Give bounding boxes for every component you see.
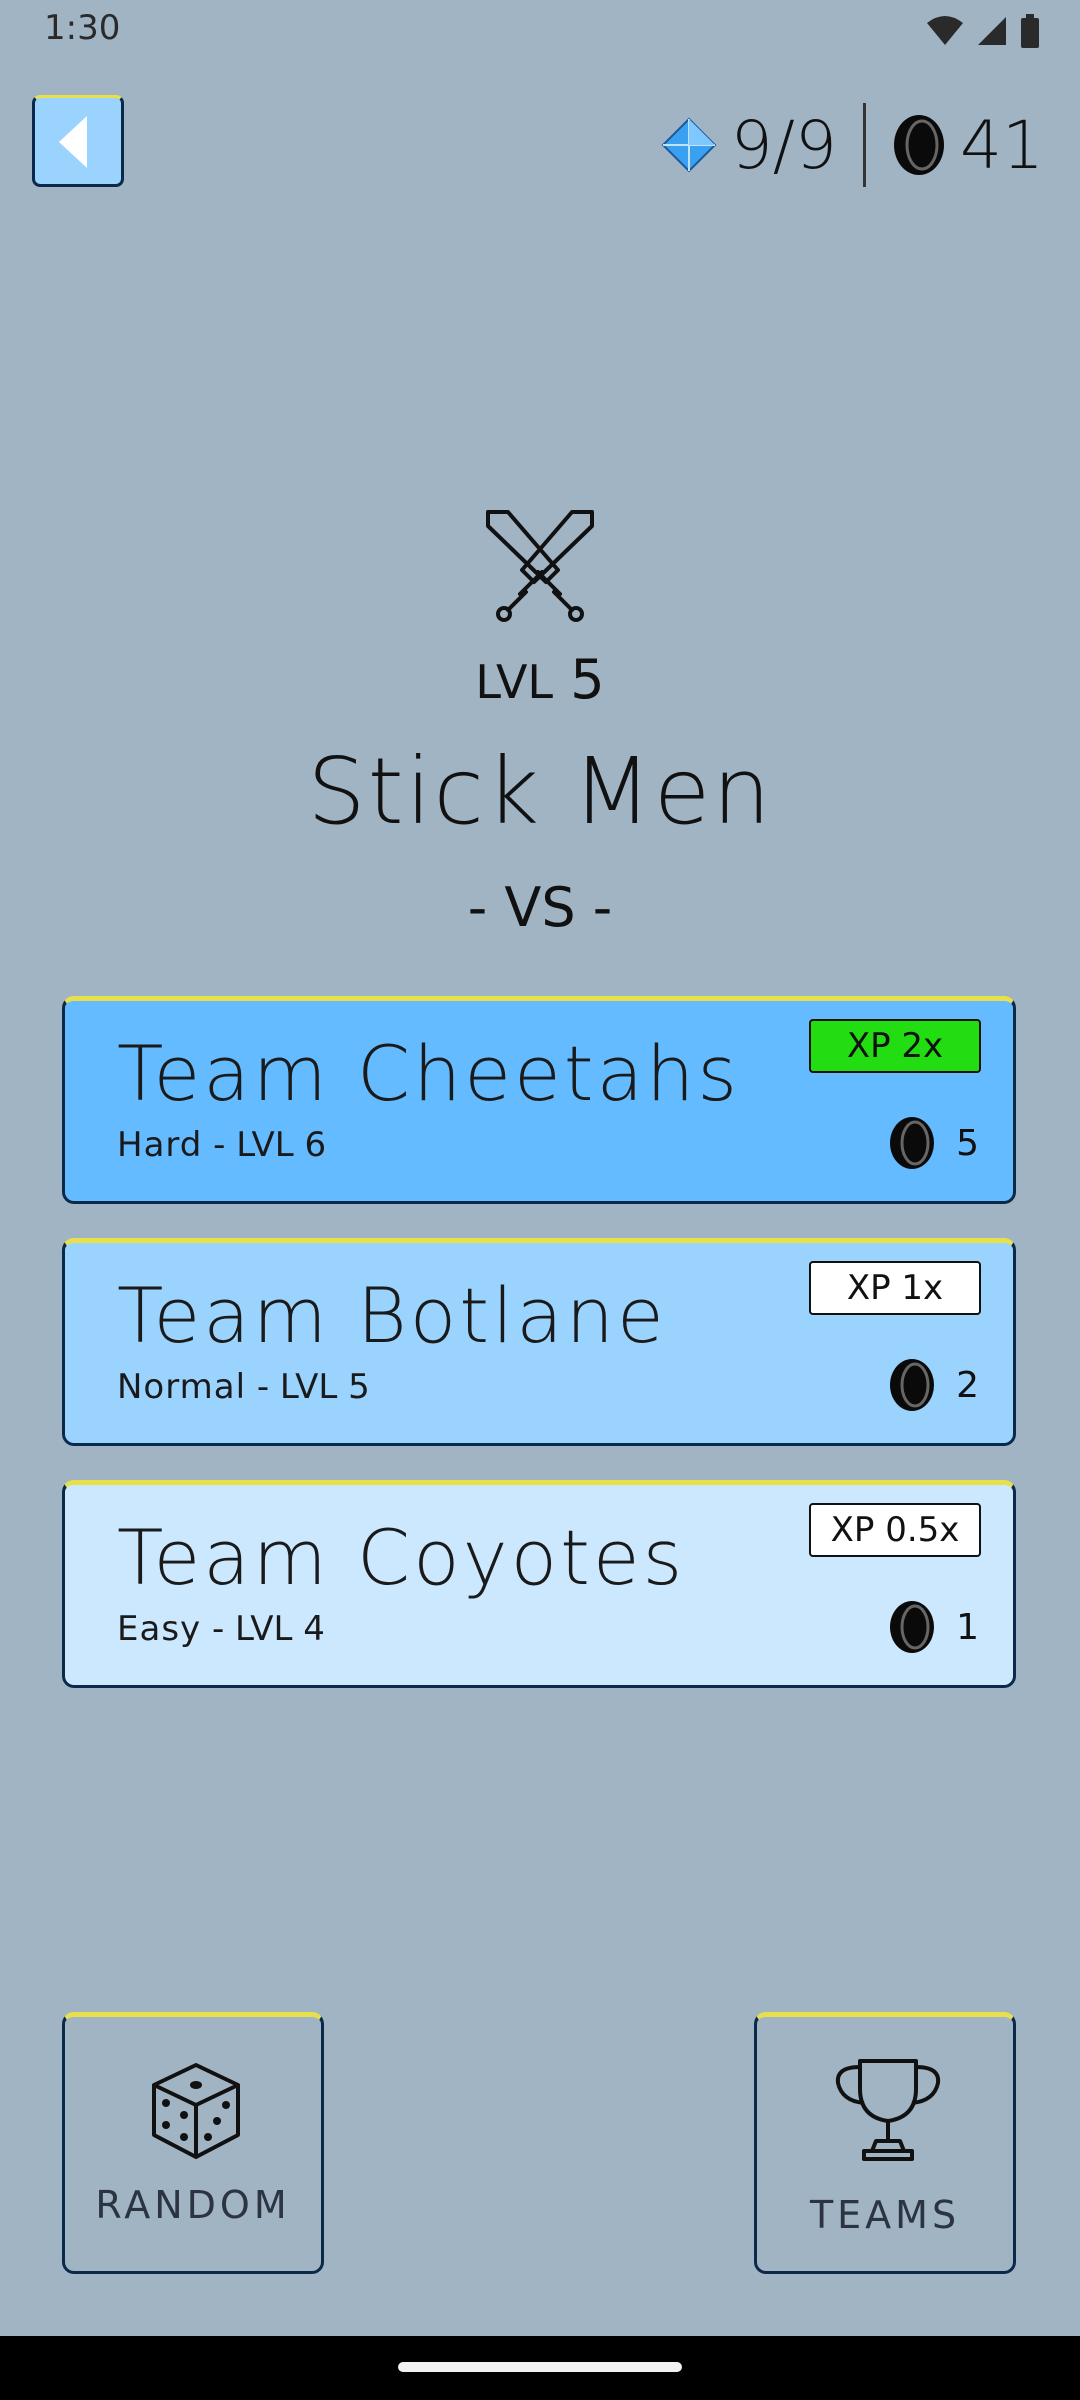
team-level: LVL 5 xyxy=(279,1367,370,1407)
coin-reward: 2 xyxy=(888,1357,979,1413)
team-card-botlane[interactable]: Team Botlane Normal - LVL 5 XP 1x 2 xyxy=(62,1238,1016,1446)
resource-divider xyxy=(863,103,867,187)
coin-icon xyxy=(890,1601,935,1653)
teams-label: TEAMS xyxy=(809,2193,961,2237)
status-time: 1:30 xyxy=(44,8,121,48)
reward-value: 1 xyxy=(956,1606,979,1648)
player-level-prefix: LVL xyxy=(475,655,554,709)
back-button[interactable] xyxy=(32,95,124,187)
team-level: LVL 6 xyxy=(236,1125,327,1165)
coin-icon xyxy=(894,115,945,175)
coin-icon xyxy=(890,1117,935,1169)
team-card-cheetahs[interactable]: Team Cheetahs Hard - LVL 6 XP 2x 5 xyxy=(62,996,1016,1204)
coin-reward: 5 xyxy=(888,1115,979,1171)
vs-label: - VS - xyxy=(467,876,613,939)
team-difficulty: Hard - LVL 6 xyxy=(117,1125,326,1165)
random-button[interactable]: RANDOM xyxy=(62,2012,324,2274)
team-level: LVL 4 xyxy=(235,1609,325,1649)
xp-multiplier-badge: XP 2x xyxy=(809,1019,981,1073)
difficulty-separator: - xyxy=(201,1609,236,1649)
teams-button[interactable]: TEAMS xyxy=(754,2012,1016,2274)
navigation-bar xyxy=(0,2336,1080,2400)
difficulty-label: Normal xyxy=(117,1367,247,1407)
team-difficulty: Easy - LVL 4 xyxy=(117,1609,325,1649)
gem-icon xyxy=(661,117,717,173)
team-card-coyotes[interactable]: Team Coyotes Easy - LVL 4 XP 0.5x 1 xyxy=(62,1480,1016,1688)
team-difficulty: Normal - LVL 5 xyxy=(117,1367,370,1407)
difficulty-separator: - xyxy=(246,1367,280,1407)
player-level-value: 5 xyxy=(570,648,605,711)
reward-value: 5 xyxy=(956,1122,979,1164)
difficulty-label: Hard xyxy=(117,1125,203,1165)
team-name: Team Coyotes xyxy=(117,1513,686,1602)
reward-value: 2 xyxy=(956,1364,979,1406)
coin-reward: 1 xyxy=(888,1599,979,1655)
difficulty-separator: - xyxy=(202,1125,237,1165)
player-level: LVL 5 xyxy=(0,648,1080,711)
trophy-icon xyxy=(835,2059,941,2161)
signal-icon xyxy=(978,17,1006,45)
wifi-icon xyxy=(927,16,963,45)
team-name: Team Cheetahs xyxy=(117,1029,740,1118)
coin-count: 41 xyxy=(960,106,1044,184)
difficulty-label: Easy xyxy=(117,1609,202,1649)
xp-multiplier-badge: XP 0.5x xyxy=(809,1503,981,1557)
dice-icon xyxy=(152,2063,240,2159)
coin-icon xyxy=(890,1359,935,1411)
crossed-swords-icon xyxy=(486,510,594,622)
status-icons xyxy=(926,14,1040,48)
resources: 9/9 41 xyxy=(661,100,1044,190)
random-label: RANDOM xyxy=(95,2183,291,2227)
xp-multiplier-badge: XP 1x xyxy=(809,1261,981,1315)
status-bar: 1:30 xyxy=(0,0,1080,60)
battery-icon xyxy=(1021,14,1039,48)
home-gesture-handle[interactable] xyxy=(398,2362,682,2372)
gem-count: 9/9 xyxy=(730,106,838,184)
back-icon xyxy=(59,116,87,168)
player-team-name: Stick Men xyxy=(307,738,773,845)
team-name: Team Botlane xyxy=(117,1271,667,1360)
